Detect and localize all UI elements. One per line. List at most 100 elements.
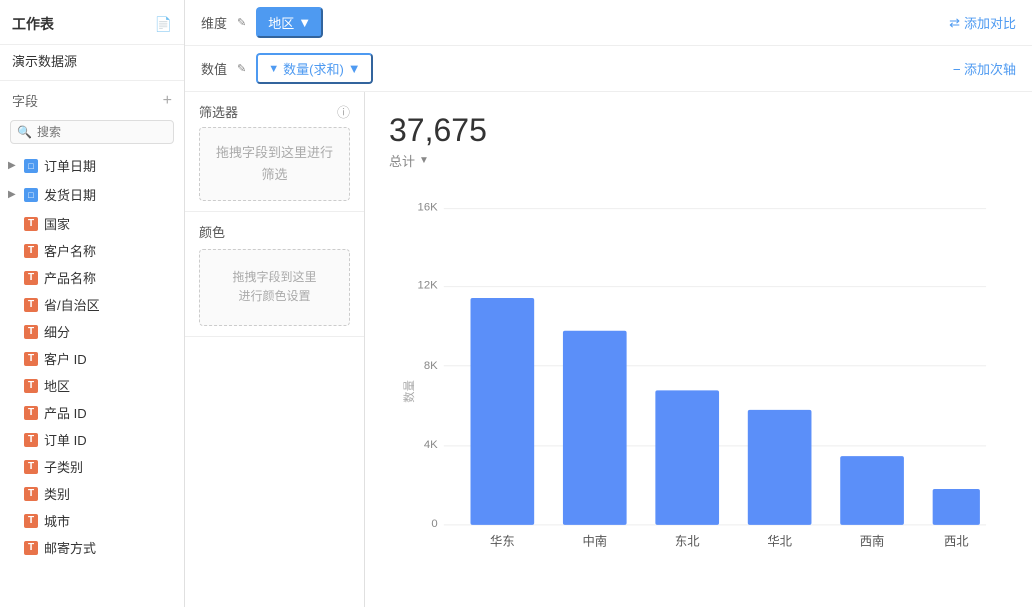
expand-arrow-icon: ▶ [8,160,20,172]
sidebar: 工作表 📄 演示数据源 字段 + 🔍 ▶ □ 订单日期 ▶ □ 发货日期 T [0,0,185,607]
field-type-T-icon: T [24,514,38,528]
panels-container: 筛选器 ⓘ 拖拽字段到这里进行筛选 颜色 拖拽字段到这里 进行颜色设置 37,6… [185,92,1032,607]
fields-header: 字段 + [0,81,184,116]
field-item-province[interactable]: T 省/自治区 [0,291,184,318]
value-edit-icon[interactable]: ✎ [237,62,246,75]
svg-text:中南: 中南 [582,533,607,548]
add-field-icon[interactable]: + [163,93,172,109]
value-icon: ▼ [268,63,279,75]
svg-text:0: 0 [431,518,437,530]
field-item-customer-name[interactable]: T 客户名称 [0,237,184,264]
date-icon: □ [24,159,38,173]
svg-text:8K: 8K [424,360,438,372]
field-type-T-icon: T [24,541,38,555]
main-content: 维度 ✎ 地区 ▼ ⇄ 添加对比 数值 ✎ ▼ 数量(求和) ▼ ⎯ 添加次轴 [185,0,1032,607]
filter-info-icon: ⓘ [337,102,350,121]
filter-section: 筛选器 ⓘ 拖拽字段到这里进行筛选 [185,92,364,212]
color-drop-hint-line1: 拖拽字段到这里 [232,270,316,284]
field-item-region[interactable]: T 地区 [0,372,184,399]
field-group-order-date-header[interactable]: ▶ □ 订单日期 [0,152,184,179]
bar-huadong[interactable] [471,298,535,525]
chart-total-label: 总计 ▼ [389,151,1008,170]
bar-dongbei[interactable] [655,390,719,525]
search-input[interactable] [10,120,174,144]
field-type-T-icon: T [24,325,38,339]
dimension-region-button[interactable]: 地区 ▼ [256,7,323,38]
value-toolbar-row: 数值 ✎ ▼ 数量(求和) ▼ ⎯ 添加次轴 [185,46,1032,92]
field-type-T-icon: T [24,352,38,366]
field-type-T-icon: T [24,433,38,447]
field-type-T-icon: T [24,298,38,312]
svg-text:西南: 西南 [860,533,885,548]
value-btn-label: 数量(求和) [283,59,344,78]
field-type-T-icon: T [24,379,38,393]
chart-container: 16K 12K 8K 4K 0 数量 [389,186,1008,566]
dimension-edit-icon[interactable]: ✎ [237,16,246,29]
svg-text:华东: 华东 [490,533,515,548]
field-name-ship-mode: 邮寄方式 [44,538,96,557]
value-sum-button[interactable]: ▼ 数量(求和) ▼ [256,53,372,84]
field-name-region: 地区 [44,376,70,395]
chart-total-value: 37,675 [389,112,1008,149]
field-item-segment[interactable]: T 细分 [0,318,184,345]
color-drop-hint-line2: 进行颜色设置 [238,289,310,303]
field-name-segment: 细分 [44,322,70,341]
svg-text:12K: 12K [418,280,439,292]
field-item-sub-category[interactable]: T 子类别 [0,453,184,480]
field-group-order-date: ▶ □ 订单日期 [0,152,184,179]
field-name-product: 产品名称 [44,268,96,287]
field-item-order-id[interactable]: T 订单 ID [0,426,184,453]
field-item-country[interactable]: T 国家 [0,210,184,237]
bar-xibei[interactable] [933,489,980,525]
svg-text:数量: 数量 [402,380,416,403]
search-icon: 🔍 [17,125,32,139]
add-compare-button[interactable]: ⇄ 添加对比 [949,13,1016,32]
field-group-ship-date-header[interactable]: ▶ □ 发货日期 [0,181,184,208]
total-chevron-icon: ▼ [419,155,429,166]
add-secondary-axis-icon: ⎯ [953,61,960,77]
color-section: 颜色 拖拽字段到这里 进行颜色设置 [185,212,364,336]
svg-text:东北: 东北 [675,534,700,548]
sidebar-header: 工作表 📄 [0,0,184,45]
order-date-label: 订单日期 [44,156,96,175]
field-name-country: 国家 [44,214,70,233]
add-compare-label: 添加对比 [964,13,1016,32]
field-type-T-icon: T [24,460,38,474]
fields-label: 字段 [12,91,38,110]
field-type-T-icon: T [24,487,38,501]
bar-zhongnan[interactable] [563,331,627,525]
dimension-btn-label: 地区 [268,13,294,32]
datasource-name[interactable]: 演示数据源 [0,45,184,81]
field-item-ship-mode[interactable]: T 邮寄方式 [0,534,184,561]
color-drop-zone[interactable]: 拖拽字段到这里 进行颜色设置 [199,249,350,325]
add-secondary-axis-button[interactable]: ⎯ 添加次轴 [953,59,1016,78]
field-type-T-icon: T [24,271,38,285]
field-item-product-name[interactable]: T 产品名称 [0,264,184,291]
sidebar-document-icon[interactable]: 📄 [155,16,172,33]
field-item-customer-id[interactable]: T 客户 ID [0,345,184,372]
bar-chart-svg: 16K 12K 8K 4K 0 数量 [389,186,1008,566]
svg-text:4K: 4K [424,439,438,451]
field-type-T-icon: T [24,217,38,231]
svg-text:华北: 华北 [767,533,792,548]
add-compare-icon: ⇄ [949,15,960,31]
field-list: ▶ □ 订单日期 ▶ □ 发货日期 T 国家 T 客户名称 T 产品名称 T [0,152,184,607]
color-section-title: 颜色 [199,222,350,241]
svg-text:16K: 16K [418,202,439,214]
value-chevron-icon: ▼ [348,61,361,76]
left-panel: 筛选器 ⓘ 拖拽字段到这里进行筛选 颜色 拖拽字段到这里 进行颜色设置 [185,92,365,607]
field-item-category[interactable]: T 类别 [0,480,184,507]
field-item-product-id[interactable]: T 产品 ID [0,399,184,426]
filter-drop-hint: 拖拽字段到这里进行筛选 [214,142,335,186]
ship-date-label: 发货日期 [44,185,96,204]
dimension-toolbar-row: 维度 ✎ 地区 ▼ ⇄ 添加对比 [185,0,1032,46]
value-label: 数值 [201,59,227,78]
bar-huabei[interactable] [748,410,812,525]
svg-text:西北: 西北 [944,534,969,548]
filter-drop-zone[interactable]: 拖拽字段到这里进行筛选 [199,127,350,201]
bar-xinan[interactable] [840,456,904,525]
field-item-city[interactable]: T 城市 [0,507,184,534]
field-name-product-id: 产品 ID [44,403,87,422]
expand-arrow-ship-icon: ▶ [8,189,20,201]
field-name-sub-category: 子类别 [44,457,83,476]
